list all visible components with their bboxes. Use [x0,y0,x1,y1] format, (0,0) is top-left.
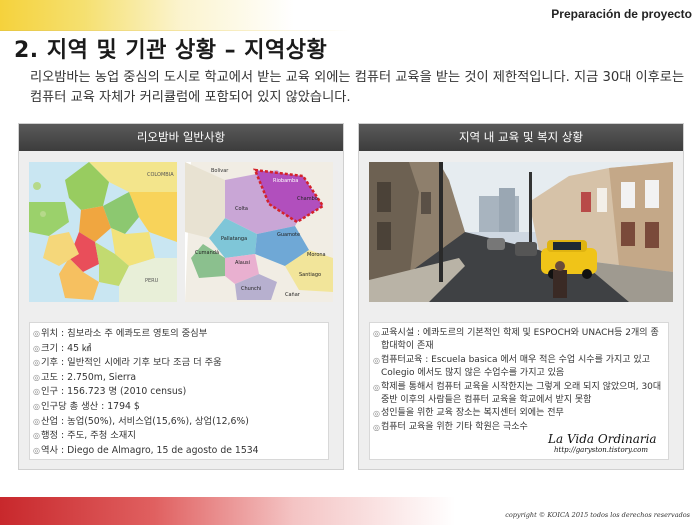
education-welfare-heading: 지역 내 교육 및 복지 상황 [359,124,683,151]
list-item: ◎ 고도 : 2.750m, Sierra [32,371,326,386]
cumanda-label: Cumandá [195,249,219,256]
general-info-heading: 리오밤바 일반사항 [19,124,343,151]
list-item: ◎ 인구당 총 생산 : 1794 $ [32,400,326,415]
computer-education-text: 컴퓨터교육 : Escuela basica 에서 매우 적은 수업 시수를 가… [381,354,650,379]
bullet-icon: ◎ [33,416,40,426]
watermark-url: http://garyston.tistory.com [554,446,649,454]
peru-label: PERU [145,278,159,284]
guamote-label: Guamote [277,232,300,238]
list-item: ◎ 행정 : 주도, 주청 소재지 [32,429,326,444]
bullet-icon: ◎ [373,422,380,432]
street-photo [369,162,673,302]
copyright-text: copyright © KOICA 2015 todos los derecho… [505,511,690,519]
list-item: ◎ 학제를 통해서 컴퓨터 교육을 시작한지는 그렇게 오래 되지 않았으며, 3… [372,381,666,408]
morona-label: Morona [307,252,326,258]
facilities-text: 교육시설 : 에콰도르의 기본적인 학제 및 ESPOCH와 UNACH등 2개… [381,328,659,352]
education-welfare-panel: 지역 내 교육 및 복지 상황 ◎ 교육시설: 에콰도르의 기본적인 학제 및… [358,123,684,470]
project-label: Preparación de proyecto [551,7,692,21]
ecuador-province-map: COLOMBIA PERU [29,162,177,302]
list-item: ◎ 크기 : 45 ㎢ [32,342,326,357]
chunchi-label: Chunchi [241,286,261,292]
colta-label: Colta [235,206,248,212]
list-item: ◎ 인구 : 156.723 명 (2010 census) [32,385,326,400]
bullet-icon: ◎ [33,343,40,353]
bullet-icon: ◎ [373,409,380,419]
chambo-label: Chambo [297,196,318,202]
altitude-text: 고도 : 2.750m, Sierra [41,371,137,383]
general-info-panel: 리오밤바 일반사항 COLOMBIA PERU Bolivar Riobamba… [18,123,344,470]
blog-watermark: La Vida Ordinaria http://garyston.tistor… [548,432,657,454]
bullet-icon: ◎ [373,329,380,338]
academies-text: 컴퓨터 교육을 위한 기타 학원은 극소수 [381,421,528,432]
colombia-label: COLOMBIA [147,172,174,178]
slide-title: 2. 지역 및 기관 상황 – 지역상황 [14,38,328,63]
bullet-icon: ◎ [33,431,40,441]
maps-area: COLOMBIA PERU Bolivar Riobamba Chambo Co… [29,162,333,302]
list-item: ◎ 성인들을 위한 교육 장소는 복지센터 외에는 전무 [372,407,666,420]
list-item: ◎ 교육시설 : 에콰도르의 기본적인 학제 및 ESPOCH와 UNACH등 2… [372,327,666,354]
administration-text: 행정 : 주도, 주청 소재지 [41,430,136,442]
size-text: 크기 : 45 ㎢ [41,342,92,354]
chimborazo-canton-map: Bolivar Riobamba Chambo Colta Guamote Pa… [185,162,333,302]
industry-text: 산업 : 농업(50%), 서비스업(15,6%), 상업(12,6%) [41,415,249,427]
list-item: ◎ 기후 : 일반적인 시에라 기후 보다 조금 더 주움 [32,356,326,371]
history-text: 역사 : Diego de Almagro, 15 de agosto de 1… [41,444,259,456]
list-item: ◎ 컴퓨터교육 : Escuela basica 에서 매우 적은 수업 시수를 … [372,354,666,381]
general-info-list: ◎ 위치 : 침보라소 주 에콰도르 영토의 중심부 ◎ 크기 : 45 ㎢ ◎ 기후… [32,327,326,458]
bullet-icon: ◎ [33,372,40,382]
street-photo-image [369,162,673,302]
bullet-icon: ◎ [373,382,380,392]
bullet-icon: ◎ [373,355,380,365]
climate-text: 기후 : 일반적인 시에라 기후 보다 조금 더 주움 [41,357,222,369]
watermark-title: La Vida Ordinaria [548,432,657,446]
bullet-icon: ◎ [33,387,40,397]
top-divider [0,30,700,31]
intro-paragraph: 리오밤바는 농업 중심의 도시로 학교에서 받는 교육 외에는 컴퓨터 교육을 … [30,70,685,105]
population-text: 인구 : 156.723 명 (2010 census) [41,386,187,398]
pallatanga-label: Pallatanga [221,236,247,242]
gdp-text: 인구당 총 생산 : 1794 $ [41,400,140,412]
location-text: 위치 : 침보라소 주 에콰도르 영토의 중심부 [41,328,208,339]
bullet-icon: ◎ [33,401,40,411]
list-item: ◎ 위치 : 침보라소 주 에콰도르 영토의 중심부 [32,327,326,342]
bullet-icon: ◎ [33,358,40,368]
adult-education-text: 성인들을 위한 교육 장소는 복지센터 외에는 전무 [381,408,564,419]
santiago-label: Santiago [299,272,321,278]
bolivar-label: Bolivar [211,168,229,174]
alausi-label: Alausi [235,260,250,266]
riobamba-label: Riobamba [273,178,298,184]
list-item: ◎ 역사 : Diego de Almagro, 15 de agosto de … [32,444,326,459]
list-item: ◎ 산업 : 농업(50%), 서비스업(15,6%), 상업(12,6%) [32,415,326,430]
general-info-list-box: ◎ 위치 : 침보라소 주 에콰도르 영토의 중심부 ◎ 크기 : 45 ㎢ ◎ 기후… [29,322,329,460]
bullet-icon: ◎ [33,445,40,455]
canar-label: Cañar [285,292,301,298]
curriculum-history-text: 학제를 통해서 컴퓨터 교육을 시작한지는 그렇게 오래 되지 않았으며, 30… [381,381,662,406]
education-info-list: ◎ 교육시설 : 에콰도르의 기본적인 학제 및 ESPOCH와 UNACH등 2… [372,327,666,434]
bullet-icon: ◎ [33,329,40,338]
